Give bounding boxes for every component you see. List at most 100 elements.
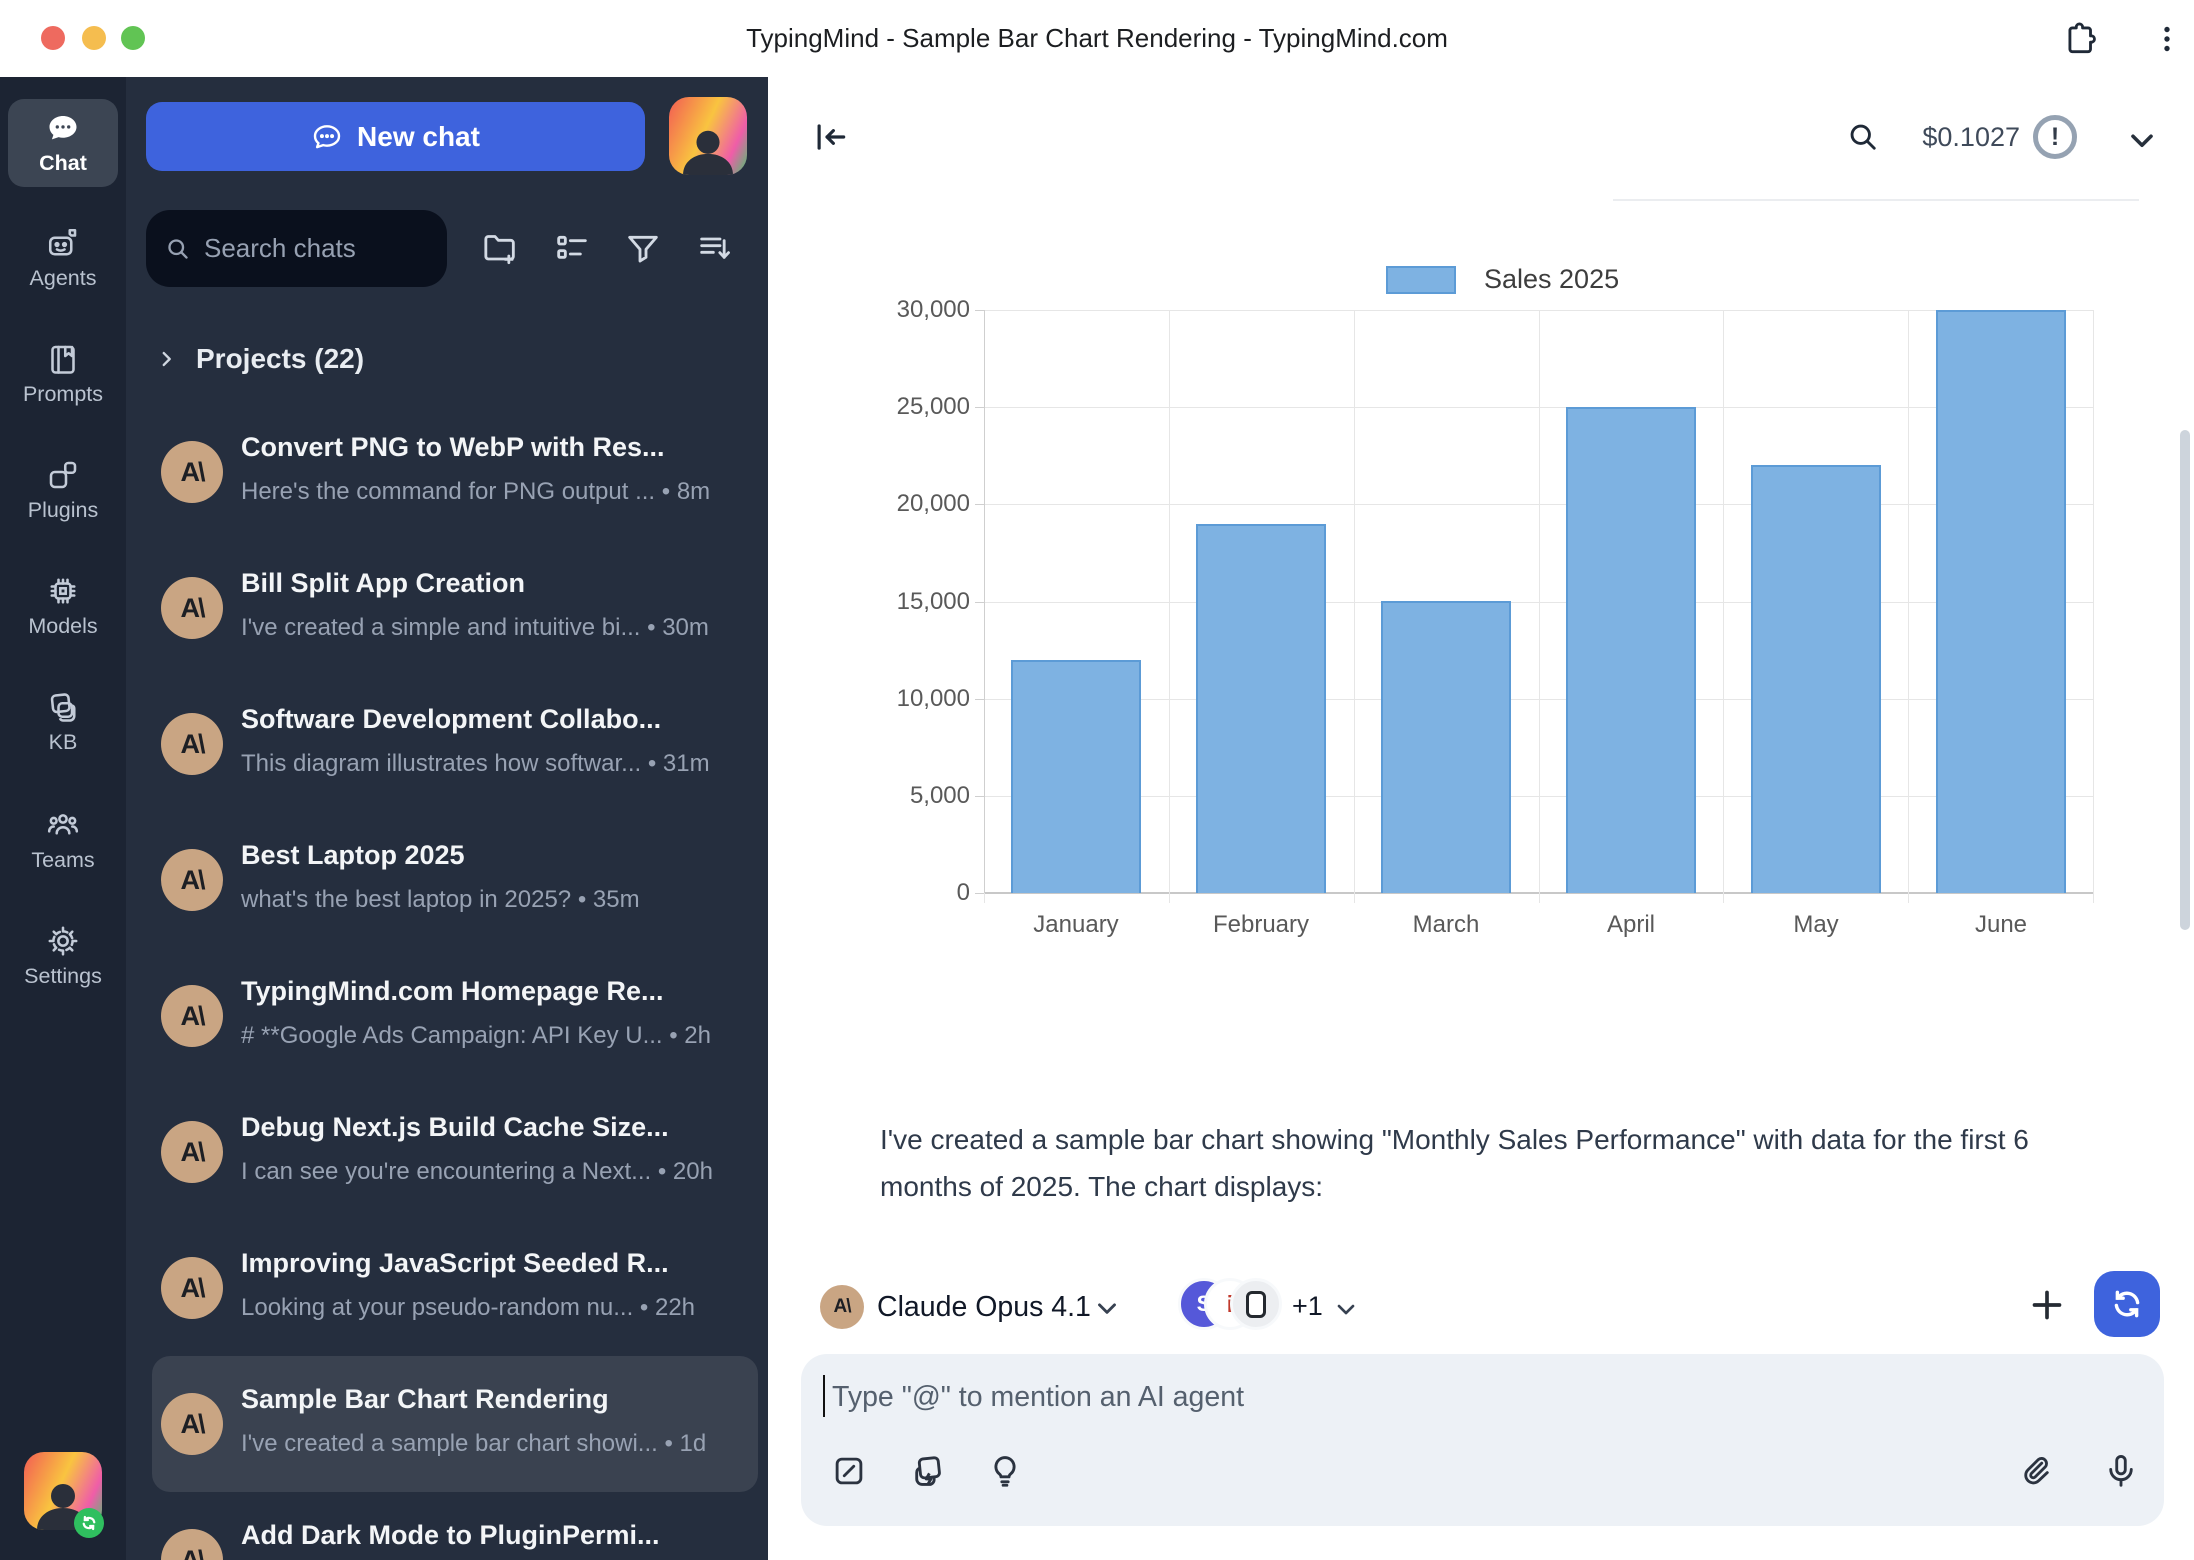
message-top-divider <box>1613 199 2139 201</box>
chat-item-title: Debug Next.js Build Cache Size... <box>241 1112 746 1143</box>
x-axis-label: April <box>1546 911 1716 939</box>
search-conversation-icon[interactable] <box>1845 119 1881 155</box>
exclamation-glyph: ! <box>2051 123 2059 152</box>
chat-item-preview: I can see you're encountering a Next... … <box>241 1158 746 1186</box>
new-chat-button[interactable]: New chat <box>146 102 645 171</box>
gridline-vertical <box>2093 310 2094 893</box>
chat-item-preview: what's the best laptop in 2025? • 35m <box>241 886 746 914</box>
y-axis-tick <box>975 602 984 603</box>
attachment-icon[interactable] <box>2018 1452 2056 1490</box>
sidebar-item-prompts[interactable]: Prompts <box>8 330 118 418</box>
chat-item-avatar: A\ <box>161 1121 223 1183</box>
gridline-vertical <box>1539 310 1540 893</box>
sidebar-item-models[interactable]: Models <box>8 562 118 650</box>
microphone-icon[interactable] <box>2102 1452 2140 1490</box>
model-chevron-down-icon[interactable] <box>1092 1293 1122 1323</box>
account-avatar[interactable] <box>669 97 747 175</box>
chevron-down-icon[interactable] <box>2124 122 2160 158</box>
browser-menu-icon[interactable] <box>2148 20 2186 58</box>
gear-icon <box>45 923 81 959</box>
y-axis-tick <box>975 893 984 894</box>
chat-item-preview: Looking at your pseudo-random nu... • 22… <box>241 1294 746 1322</box>
notebook-icon <box>45 341 81 377</box>
chat-list-item[interactable]: A\ Add Dark Mode to PluginPermi... <box>152 1492 758 1560</box>
sidebar-item-label: Agents <box>30 266 97 291</box>
sidebar-item-agents[interactable]: Agents <box>8 214 118 302</box>
nav-rail: Chat Agents Prompts Plugins Models KB Te… <box>0 77 126 1560</box>
projects-section-header[interactable]: Projects (22) <box>154 343 364 375</box>
sidebar-item-chat[interactable]: Chat <box>8 99 118 187</box>
chat-item-title: Bill Split App Creation <box>241 568 746 599</box>
chat-item-title: TypingMind.com Homepage Re... <box>241 976 746 1007</box>
chat-list-item[interactable]: A\ Best Laptop 2025 what's the best lapt… <box>152 812 758 948</box>
y-axis-tick <box>975 504 984 505</box>
gridline-vertical <box>1354 310 1355 893</box>
bar-february <box>1196 524 1326 893</box>
chat-list-item[interactable]: A\ TypingMind.com Homepage Re... # **Goo… <box>152 948 758 1084</box>
chat-list-item[interactable]: A\ Bill Split App Creation I've created … <box>152 540 758 676</box>
x-axis-tick <box>1169 893 1170 903</box>
search-chats-box[interactable] <box>146 210 447 287</box>
sort-icon[interactable] <box>695 229 735 269</box>
sidebar-item-label: Plugins <box>28 498 99 523</box>
assistant-message-text: I've created a sample bar chart showing … <box>880 1116 2115 1210</box>
y-axis-tick <box>975 699 984 700</box>
x-axis-label: June <box>1916 911 2086 939</box>
sidebar-item-plugins[interactable]: Plugins <box>8 446 118 534</box>
chat-item-avatar: A\ <box>161 713 223 775</box>
y-axis-label: 15,000 <box>866 588 970 616</box>
bar-may <box>1751 465 1881 893</box>
extensions-icon[interactable] <box>2062 20 2100 58</box>
x-axis-tick <box>2093 893 2094 903</box>
sidebar-item-settings[interactable]: Settings <box>8 912 118 1000</box>
chat-item-avatar: A\ <box>161 577 223 639</box>
plugins-more-count[interactable]: +1 <box>1292 1291 1323 1322</box>
chat-list-item[interactable]: A\ Sample Bar Chart Rendering I've creat… <box>152 1356 758 1492</box>
sidebar-item-label: Models <box>28 614 97 639</box>
new-conversation-plus-icon[interactable] <box>2027 1285 2067 1325</box>
gridline-vertical <box>1908 310 1909 893</box>
y-axis-label: 0 <box>866 879 970 907</box>
collapse-sidebar-icon[interactable] <box>812 118 850 156</box>
x-axis-tick <box>1539 893 1540 903</box>
message-input[interactable] <box>801 1354 2164 1526</box>
balance-warning-icon[interactable]: ! <box>2033 115 2077 159</box>
copy-pages-icon[interactable] <box>908 1452 946 1490</box>
chat-item-title: Software Development Collabo... <box>241 704 746 735</box>
x-axis-tick <box>984 893 985 903</box>
bar-march <box>1381 601 1511 893</box>
scrollbar-thumb[interactable] <box>2180 430 2190 930</box>
input-placeholder: Type "@" to mention an AI agent <box>832 1381 1244 1414</box>
sidebar-item-label: Chat <box>39 151 87 176</box>
search-chats-input[interactable] <box>204 233 424 264</box>
plugin-avatar-3[interactable] <box>1230 1278 1282 1330</box>
chat-list-item[interactable]: A\ Debug Next.js Build Cache Size... I c… <box>152 1084 758 1220</box>
y-axis-label: 10,000 <box>866 685 970 713</box>
stacked-pages-icon <box>45 689 81 725</box>
chat-list-item[interactable]: A\ Improving JavaScript Seeded R... Look… <box>152 1220 758 1356</box>
chat-list-item[interactable]: A\ Convert PNG to WebP with Res... Here'… <box>152 404 758 540</box>
chat-item-title: Convert PNG to WebP with Res... <box>241 432 746 463</box>
y-axis-tick <box>975 407 984 408</box>
credit-balance[interactable]: $0.1027 <box>1900 122 2020 153</box>
sidebar-item-kb[interactable]: KB <box>8 678 118 766</box>
plugins-chevron-down-icon[interactable] <box>1332 1295 1360 1323</box>
chat-item-preview: This diagram illustrates how softwar... … <box>241 750 746 778</box>
sync-status-badge <box>74 1508 104 1538</box>
chat-item-preview: I've created a simple and intuitive bi..… <box>241 614 746 642</box>
model-selector[interactable]: Claude Opus 4.1 <box>877 1291 1091 1324</box>
sidebar-item-label: Prompts <box>23 382 103 407</box>
filter-icon[interactable] <box>623 229 663 269</box>
y-axis-label: 20,000 <box>866 490 970 518</box>
regenerate-button[interactable] <box>2094 1271 2160 1337</box>
sidebar-item-teams[interactable]: Teams <box>8 796 118 884</box>
gridline-vertical <box>984 310 985 893</box>
chat-list-item[interactable]: A\ Software Development Collabo... This … <box>152 676 758 812</box>
text-cursor <box>823 1375 825 1417</box>
y-axis-label: 25,000 <box>866 393 970 421</box>
x-axis-label: January <box>991 911 1161 939</box>
new-folder-icon[interactable] <box>480 229 520 269</box>
bulk-select-icon[interactable] <box>552 229 592 269</box>
canvas-edit-icon[interactable] <box>830 1452 868 1490</box>
lightbulb-icon[interactable] <box>986 1452 1024 1490</box>
